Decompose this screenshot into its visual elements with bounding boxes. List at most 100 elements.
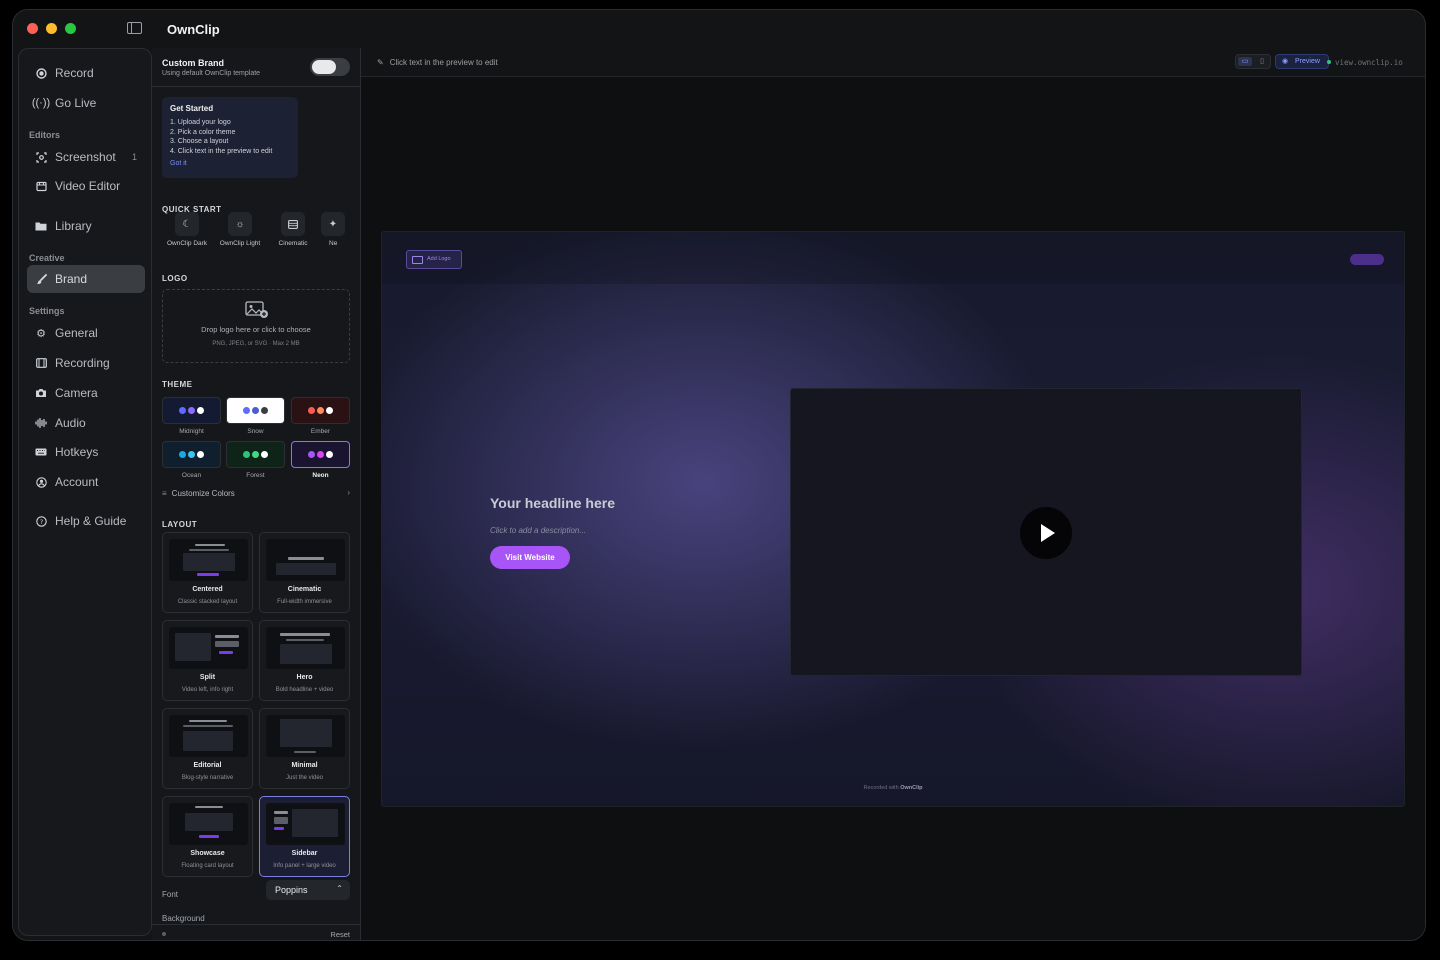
nav-item-recording[interactable]: Recording [27, 349, 145, 377]
nav-item-label: Help & Guide [55, 514, 127, 528]
help-circle-icon: ? [35, 515, 47, 527]
logo-dropzone[interactable]: Drop logo here or click to choose PNG, J… [162, 289, 350, 363]
app-window: OwnClip Record ((·)) Go Live Editors Scr… [12, 9, 1426, 941]
close-window-button[interactable] [27, 23, 38, 34]
thumbnail-block [280, 644, 332, 664]
image-icon [412, 256, 423, 264]
nav-item-hotkeys[interactable]: Hotkeys [27, 438, 145, 466]
theme-label: Forest [246, 472, 265, 479]
theme-color-dot [179, 407, 186, 414]
nav-item-screenshot[interactable]: Screenshot 1 [27, 143, 145, 171]
thumbnail-block [274, 811, 288, 814]
quick-start-neon[interactable]: ✦ Ne [319, 212, 359, 247]
share-url[interactable]: view.ownclip.io [1327, 58, 1403, 67]
layout-card-split[interactable]: Split Video left, info right [162, 620, 253, 701]
mobile-view-button[interactable]: ▯ [1256, 57, 1268, 66]
nav-item-library[interactable]: Library [27, 212, 145, 240]
thumbnail-block [294, 751, 316, 753]
font-select[interactable]: Poppins ⌃ [266, 880, 350, 900]
theme-color-dot [179, 451, 186, 458]
customize-colors-label: Customize Colors [171, 489, 235, 498]
theme-color-dot [308, 407, 315, 414]
theme-color-dot [243, 407, 250, 414]
thumbnail-block [199, 835, 219, 838]
quick-start-ownclip-light[interactable]: ☼ OwnClip Light [214, 212, 266, 247]
logo-label: LOGO [162, 274, 188, 283]
layout-card-hero[interactable]: Hero Bold headline + video [259, 620, 350, 701]
nav-item-label: Video Editor [55, 179, 121, 193]
theme-swatch-ocean[interactable] [162, 441, 221, 468]
sliders-icon: ≡ [162, 489, 167, 498]
theme-swatch-midnight[interactable] [162, 397, 221, 424]
chevron-right-icon: › [347, 488, 350, 497]
theme-swatch-ember[interactable] [291, 397, 350, 424]
nav-item-audio[interactable]: Audio [27, 409, 145, 437]
nav-item-brand[interactable]: Brand [27, 265, 145, 293]
recorded-with-text: Recorded with [863, 785, 899, 791]
image-add-icon [245, 301, 268, 319]
add-logo-button[interactable]: Add Logo [406, 250, 462, 269]
divider [152, 86, 360, 87]
desktop-view-button[interactable]: ▭ [1238, 57, 1252, 66]
thumbnail-block [280, 719, 332, 747]
window-controls [27, 23, 76, 34]
minimize-window-button[interactable] [46, 23, 57, 34]
preview-headline[interactable]: Your headline here [490, 495, 615, 511]
sidebar-nav: Record ((·)) Go Live Editors Screenshot … [18, 48, 152, 936]
moon-icon: ☾ [175, 212, 199, 236]
layout-name: Editorial [193, 762, 222, 769]
quick-start-label-text: Cinematic [278, 240, 308, 247]
layout-card-minimal[interactable]: Minimal Just the video [259, 708, 350, 789]
sidebar-toggle-icon[interactable] [127, 22, 142, 34]
preview-button[interactable]: ◉ Preview [1275, 54, 1329, 69]
panel-footer: Reset [152, 924, 360, 940]
preview-area: ✎ Click text in the preview to edit ▭ ▯ ◉… [361, 48, 1425, 940]
customize-colors-button[interactable]: ≡ Customize Colors › [162, 488, 350, 498]
layout-card-sidebar[interactable]: Sidebar Info panel + large video [259, 796, 350, 877]
theme-label: Neon [312, 472, 329, 479]
broadcast-icon: ((·)) [31, 97, 51, 109]
nav-item-video-editor[interactable]: Video Editor [27, 172, 145, 200]
preview-description[interactable]: Click to add a description... [490, 526, 586, 535]
layout-card-cinematic[interactable]: Cinematic Full-width immersive [259, 532, 350, 613]
nav-item-record[interactable]: Record [27, 59, 145, 87]
custom-brand-toggle[interactable] [310, 58, 350, 76]
section-label-settings: Settings [29, 306, 65, 316]
layout-description: Classic stacked layout [177, 599, 238, 605]
quick-start-cinematic[interactable]: Cinematic [267, 212, 319, 247]
film-strip-icon [35, 357, 47, 369]
layout-card-centered[interactable]: Centered Classic stacked layout [162, 532, 253, 613]
layout-description: Bold headline + video [275, 687, 334, 693]
layout-thumbnail [266, 803, 345, 845]
thumbnail-block [189, 549, 229, 551]
theme-swatch-snow[interactable] [226, 397, 285, 424]
play-icon[interactable] [1020, 507, 1072, 559]
theme-color-dot [188, 451, 195, 458]
nav-item-label: Record [55, 66, 94, 80]
nav-item-account[interactable]: Account [27, 468, 145, 496]
video-player[interactable] [790, 388, 1302, 676]
add-logo-label: Add Logo [427, 256, 451, 262]
nav-item-go-live[interactable]: ((·)) Go Live [27, 89, 145, 117]
nav-item-camera[interactable]: Camera [27, 379, 145, 407]
zoom-window-button[interactable] [65, 23, 76, 34]
nav-item-label: Library [55, 219, 92, 233]
layout-card-editorial[interactable]: Editorial Blog-style narrative [162, 708, 253, 789]
reset-button[interactable]: Reset [330, 930, 350, 939]
layout-card-showcase[interactable]: Showcase Floating card layout [162, 796, 253, 877]
got-it-link[interactable]: Got it [170, 160, 290, 167]
theme-swatch-forest[interactable] [226, 441, 285, 468]
sparkle-icon: ✦ [321, 212, 345, 236]
nav-item-help[interactable]: ? Help & Guide [27, 507, 145, 535]
nav-item-general[interactable]: ⚙ General [27, 319, 145, 347]
theme-swatch-neon[interactable] [291, 441, 350, 468]
visit-website-button[interactable]: Visit Website [490, 546, 570, 569]
quick-start-label-text: OwnClip Dark [166, 240, 208, 247]
quick-start-ownclip-dark[interactable]: ☾ OwnClip Dark [161, 212, 213, 247]
thumbnail-block [183, 725, 233, 727]
app-title: OwnClip [167, 22, 220, 37]
thumbnail-block [219, 651, 233, 654]
preview-button-label: Preview [1295, 58, 1320, 65]
logo-drop-text: Drop logo here or click to choose [201, 325, 311, 334]
header-cta-pill[interactable] [1350, 254, 1384, 265]
